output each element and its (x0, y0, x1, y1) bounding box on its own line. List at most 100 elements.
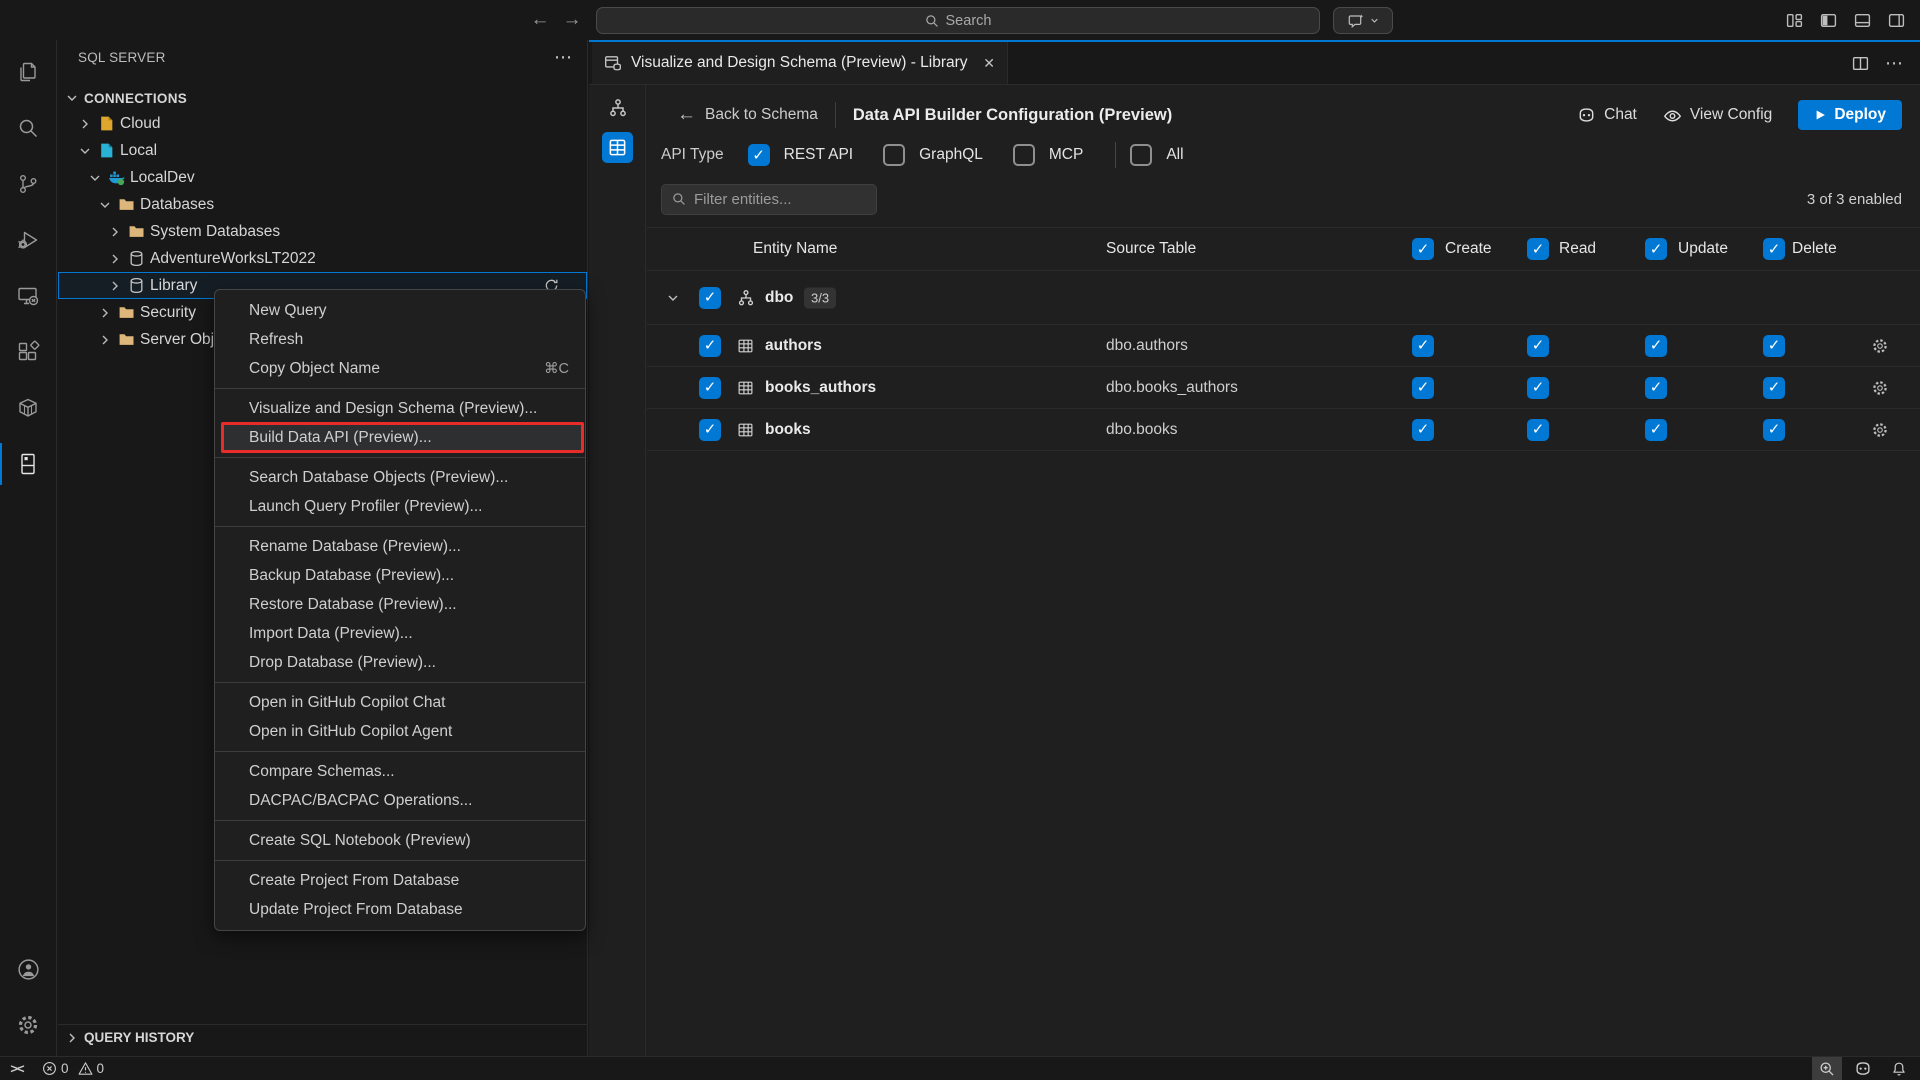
read-checkbox[interactable] (1527, 335, 1549, 357)
entity-row-books-authors[interactable]: books_authors dbo.books_authors (647, 367, 1920, 409)
menu-item-copy-object-name[interactable]: Copy Object Name⌘C (215, 354, 585, 383)
api-option-rest[interactable]: REST API (748, 144, 854, 166)
toggle-secondary-sidebar-icon[interactable] (1886, 8, 1906, 32)
chevron-down-icon[interactable] (665, 290, 681, 306)
search-view-icon[interactable] (0, 102, 56, 154)
query-history-section-header[interactable]: QUERY HISTORY (58, 1024, 587, 1050)
view-config-button[interactable]: View Config (1663, 106, 1772, 125)
menu-item-import-data[interactable]: Import Data (Preview)... (215, 619, 585, 648)
menu-item-launch-query-profiler[interactable]: Launch Query Profiler (Preview)... (215, 492, 585, 521)
read-checkbox[interactable] (1527, 377, 1549, 399)
deploy-button[interactable]: Deploy (1798, 100, 1902, 130)
menu-item-new-query[interactable]: New Query (215, 296, 585, 325)
nav-back-icon[interactable]: ← (528, 8, 552, 32)
explorer-icon[interactable] (0, 46, 56, 98)
accounts-icon[interactable] (0, 943, 56, 995)
settings-gear-icon[interactable] (0, 999, 56, 1051)
group-checkbox[interactable] (699, 287, 721, 309)
update-checkbox[interactable] (1645, 419, 1667, 441)
command-center-search[interactable]: Search (596, 7, 1320, 34)
menu-item-compare-schemas[interactable]: Compare Schemas... (215, 757, 585, 786)
row-checkbox[interactable] (699, 419, 721, 441)
extensions-icon[interactable] (0, 326, 56, 378)
chat-button[interactable]: Chat (1577, 106, 1637, 125)
read-all-checkbox[interactable] (1527, 238, 1549, 260)
api-option-graphql[interactable]: GraphQL (883, 144, 983, 166)
update-all-checkbox[interactable] (1645, 238, 1667, 260)
checkbox-unchecked[interactable] (883, 144, 905, 166)
back-to-schema-button[interactable]: ← Back to Schema (677, 104, 818, 126)
connections-section-header[interactable]: CONNECTIONS (58, 86, 587, 110)
tree-item-databases[interactable]: Databases (58, 191, 587, 218)
menu-item-open-copilot-agent[interactable]: Open in GitHub Copilot Agent (215, 717, 585, 746)
menu-item-create-project-from-database[interactable]: Create Project From Database (215, 866, 585, 895)
delete-all-checkbox[interactable] (1763, 238, 1785, 260)
tree-item-system-databases[interactable]: System Databases (58, 218, 587, 245)
create-checkbox[interactable] (1412, 335, 1434, 357)
menu-item-drop-database[interactable]: Drop Database (Preview)... (215, 648, 585, 677)
delete-checkbox[interactable] (1763, 377, 1785, 399)
run-debug-icon[interactable] (0, 214, 56, 266)
row-settings-gear-icon[interactable] (1871, 379, 1889, 397)
update-checkbox[interactable] (1645, 377, 1667, 399)
checkbox-checked[interactable] (748, 144, 770, 166)
read-checkbox[interactable] (1527, 419, 1549, 441)
menu-item-create-sql-notebook[interactable]: Create SQL Notebook (Preview) (215, 826, 585, 855)
more-actions-icon[interactable]: ⋯ (1885, 53, 1904, 74)
create-all-checkbox[interactable] (1412, 238, 1434, 260)
menu-item-visualize-design-schema[interactable]: Visualize and Design Schema (Preview)... (215, 394, 585, 423)
tree-item-local[interactable]: Local (58, 137, 587, 164)
menu-item-dacpac-bacpac[interactable]: DACPAC/BACPAC Operations... (215, 786, 585, 815)
entity-row-books[interactable]: books dbo.books (647, 409, 1920, 451)
sidebar-more-actions-icon[interactable]: ⋯ (554, 47, 573, 68)
row-settings-gear-icon[interactable] (1871, 337, 1889, 355)
menu-item-refresh[interactable]: Refresh (215, 325, 585, 354)
remote-explorer-icon[interactable] (0, 270, 56, 322)
remote-indicator-icon[interactable]: >< (0, 1061, 34, 1076)
database-icon (128, 277, 145, 294)
menu-item-update-project-from-database[interactable]: Update Project From Database (215, 895, 585, 924)
tree-item-cloud[interactable]: Cloud (58, 110, 587, 137)
problems-indicator[interactable]: 0 0 (42, 1061, 104, 1076)
delete-checkbox[interactable] (1763, 335, 1785, 357)
menu-item-build-data-api[interactable]: Build Data API (Preview)... (222, 423, 583, 452)
close-icon[interactable]: ✕ (983, 55, 995, 72)
tree-item-adventureworks[interactable]: AdventureWorksLT2022 (58, 245, 587, 272)
update-checkbox[interactable] (1645, 335, 1667, 357)
zoom-in-status-icon[interactable] (1812, 1057, 1842, 1080)
data-api-builder-tool-icon[interactable] (602, 132, 633, 163)
api-option-mcp[interactable]: MCP (1013, 144, 1083, 166)
filter-entities-input-wrap[interactable] (661, 184, 877, 215)
schema-diagram-tool-icon[interactable] (602, 92, 633, 123)
entity-row-authors[interactable]: authors dbo.authors (647, 325, 1920, 367)
container-tools-icon[interactable] (0, 382, 56, 434)
toggle-primary-sidebar-icon[interactable] (1818, 8, 1838, 32)
row-checkbox[interactable] (699, 377, 721, 399)
api-option-all[interactable]: All (1130, 144, 1183, 166)
delete-checkbox[interactable] (1763, 419, 1785, 441)
toggle-panel-icon[interactable] (1852, 8, 1872, 32)
source-control-icon[interactable] (0, 158, 56, 210)
menu-item-backup-database[interactable]: Backup Database (Preview)... (215, 561, 585, 590)
split-editor-icon[interactable] (1852, 55, 1869, 72)
menu-item-restore-database[interactable]: Restore Database (Preview)... (215, 590, 585, 619)
tab-schema-designer[interactable]: Visualize and Design Schema (Preview) - … (592, 42, 1008, 84)
checkbox-unchecked[interactable] (1130, 144, 1152, 166)
create-checkbox[interactable] (1412, 419, 1434, 441)
menu-item-open-copilot-chat[interactable]: Open in GitHub Copilot Chat (215, 688, 585, 717)
sql-server-view-icon[interactable] (0, 438, 56, 490)
customize-layout-icon[interactable] (1784, 8, 1804, 32)
notifications-bell-icon[interactable] (1884, 1057, 1914, 1080)
row-checkbox[interactable] (699, 335, 721, 357)
menu-item-rename-database[interactable]: Rename Database (Preview)... (215, 532, 585, 561)
tree-item-localdev[interactable]: LocalDev (58, 164, 587, 191)
filter-entities-input[interactable] (694, 191, 854, 208)
copilot-chat-button[interactable] (1333, 7, 1393, 34)
menu-item-search-database-objects[interactable]: Search Database Objects (Preview)... (215, 463, 585, 492)
schema-group-row[interactable]: dbo 3/3 (647, 271, 1920, 325)
nav-forward-icon[interactable]: → (560, 8, 584, 32)
row-settings-gear-icon[interactable] (1871, 421, 1889, 439)
checkbox-unchecked[interactable] (1013, 144, 1035, 166)
copilot-status-icon[interactable] (1848, 1057, 1878, 1080)
create-checkbox[interactable] (1412, 377, 1434, 399)
